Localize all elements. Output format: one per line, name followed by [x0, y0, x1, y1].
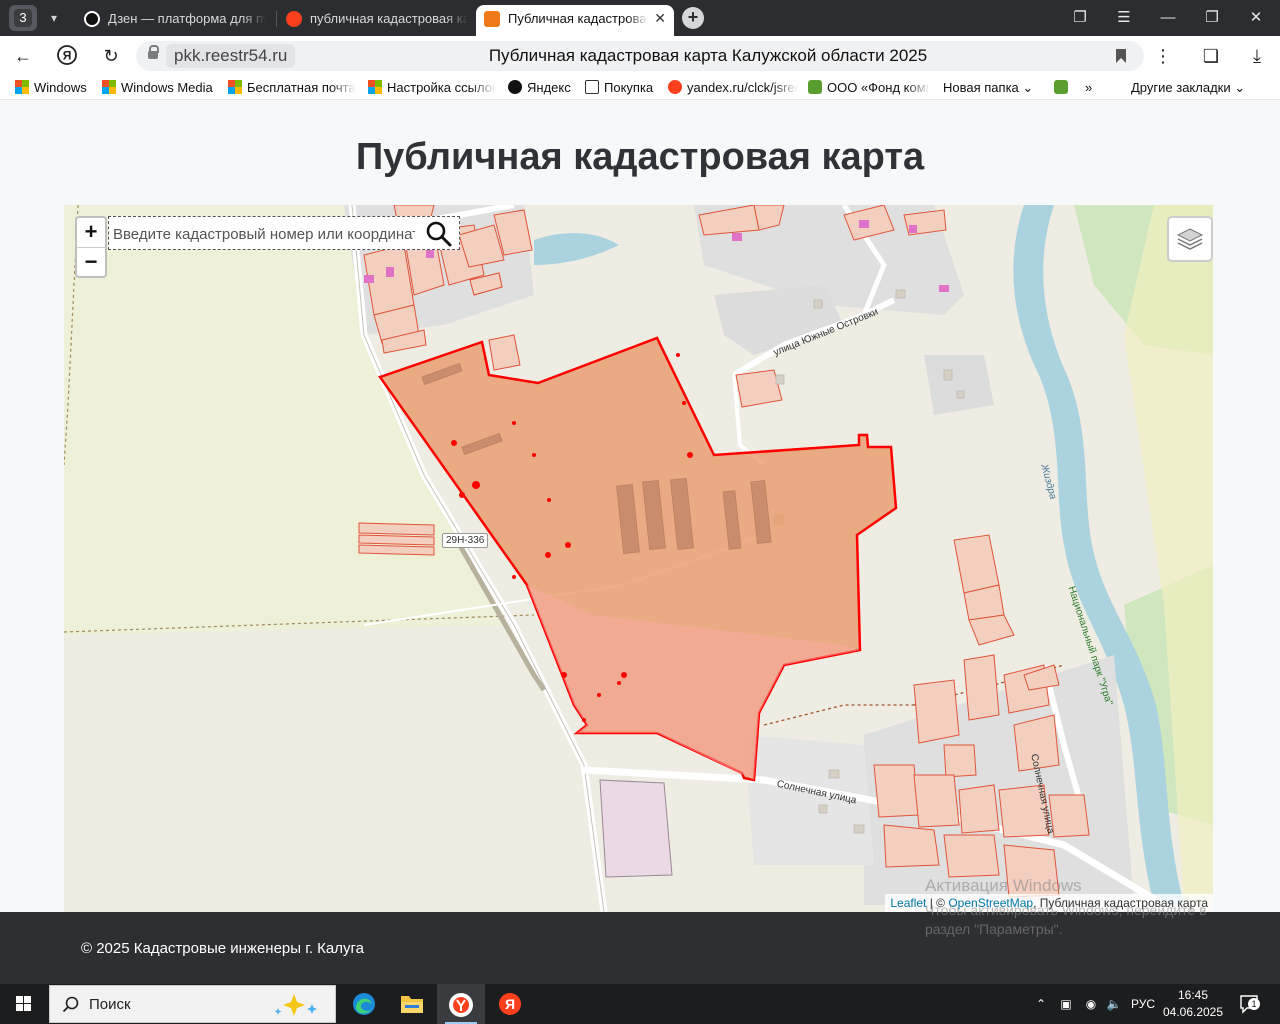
restore-button[interactable]: ❐	[1190, 0, 1234, 36]
close-icon[interactable]: ✕	[654, 5, 666, 32]
lock-icon	[148, 45, 159, 61]
zoom-out-button[interactable]: −	[77, 247, 105, 276]
bookmarks-bar: Windows Windows Media Бесплатная почта Н…	[0, 76, 1280, 100]
collections-icon[interactable]: ❏	[1198, 44, 1224, 68]
bookmark-fund[interactable]: ООО «Фонд комплексного	[808, 78, 930, 98]
activation-watermark-title: Активация Windows	[925, 876, 1082, 895]
bookmark-icon[interactable]	[1116, 49, 1126, 63]
folder-icon	[401, 996, 423, 1013]
address-bar: ← Я ↻ pkk.reestr54.ru Публичная кадастро…	[0, 36, 1280, 76]
tab-dzen[interactable]: Дзен — платформа для публикации	[76, 5, 272, 32]
language-indicator[interactable]: РУС	[1128, 984, 1158, 1024]
zoom-in-button[interactable]: +	[77, 218, 105, 247]
bookmark-yandex[interactable]: Яндекс	[508, 78, 576, 98]
home-icon	[484, 11, 500, 27]
yandex-browser-app[interactable]	[437, 984, 485, 1024]
footer-copyright: © 2025 Кадастровые инженеры г. Калуга	[81, 940, 364, 957]
bookmark-free-mail[interactable]: Бесплатная почта	[228, 78, 356, 98]
dzen-icon	[84, 11, 100, 27]
url-domain: pkk.reestr54.ru	[166, 44, 296, 68]
webcam-icon[interactable]: ◉	[1080, 984, 1102, 1024]
svg-text:Я: Я	[505, 996, 515, 1012]
chevron-down-icon: ⌄	[1022, 80, 1034, 95]
zoom-control: + −	[75, 216, 107, 278]
bookmark-folder-new[interactable]: Новая папка ⌄	[943, 78, 1043, 98]
activation-watermark-text: Чтобы активировать Windows, перейдите вр…	[925, 902, 1207, 937]
bookmark-yandex-redirect[interactable]: yandex.ru/clck/jsredir	[668, 78, 798, 98]
new-tab-button[interactable]: +	[682, 7, 704, 29]
download-icon[interactable]: ⤓	[1244, 44, 1270, 68]
yandex-app[interactable]: Я	[486, 984, 534, 1024]
windows-icon	[102, 80, 116, 94]
layers-icon	[1176, 228, 1204, 250]
fund-icon	[1054, 80, 1068, 94]
fund-icon	[808, 80, 822, 94]
bookmark-shopping[interactable]: Покупка	[585, 78, 659, 98]
yandex-icon: Я	[499, 993, 521, 1015]
chevron-down-icon: ⌄	[1234, 80, 1246, 95]
tab-yandex-search[interactable]: публичная кадастровая карта	[278, 5, 474, 32]
chevron-down-icon[interactable]: ▾	[40, 5, 68, 31]
yandex-icon	[668, 80, 682, 94]
bookmark-windows-media[interactable]: Windows Media	[102, 78, 220, 98]
svg-text:Я: Я	[63, 49, 72, 63]
residential-area	[924, 355, 994, 415]
road-shield: 29Н-336	[442, 533, 489, 548]
search-icon	[62, 996, 79, 1013]
page-title: Публичная кадастровая карта	[355, 136, 925, 178]
url-field[interactable]: pkk.reestr54.ru Публичная кадастровая ка…	[136, 41, 1144, 71]
browser-tab-bar: 3 ▾ Дзен — платформа для публикации публ…	[0, 0, 1280, 36]
taskbar-clock[interactable]: 16:45 04.06.2025	[1160, 987, 1226, 1021]
sparkle-icon	[274, 994, 317, 1016]
taskbar-search[interactable]: Поиск	[49, 985, 336, 1023]
bookmarks-overflow[interactable]: »	[1085, 78, 1099, 98]
bookmark-link-settings[interactable]: Настройка ссылок	[368, 78, 496, 98]
start-button[interactable]	[0, 984, 48, 1024]
volume-muted-icon[interactable]: 🔈	[1102, 984, 1126, 1024]
cadastral-map[interactable]: улица Южные Островки Солнечная улица Сол…	[64, 205, 1213, 912]
tab-counter[interactable]: 3	[9, 5, 37, 31]
cadastral-search-input[interactable]	[113, 221, 415, 247]
tab-cadastral-map[interactable]: Публичная кадастровая карта ✕	[476, 5, 674, 36]
layers-button[interactable]	[1167, 216, 1213, 262]
bookmarks-panel-icon[interactable]: ❐	[1058, 0, 1102, 36]
bookmark-green-site[interactable]	[1054, 78, 1072, 98]
yandex-logo-icon[interactable]: Я	[54, 44, 80, 68]
window-close-button[interactable]: ✕	[1234, 0, 1278, 36]
cadastral-search	[108, 216, 460, 250]
more-icon[interactable]: ⋮	[1150, 44, 1176, 68]
network-icon[interactable]: ▣	[1055, 984, 1077, 1024]
windows-taskbar: Поиск Я ⌃ ▣ ◉ 🔈 РУС 16:45 04.06.2025 1	[0, 984, 1280, 1024]
windows-icon	[15, 80, 29, 94]
windows-icon	[228, 80, 242, 94]
back-arrow-icon[interactable]: ←	[10, 44, 36, 68]
url-page-title: Публичная кадастровая карта Калужской об…	[488, 46, 928, 65]
yandex-icon	[508, 80, 522, 94]
school-area	[599, 779, 673, 878]
yandex-icon	[286, 11, 302, 27]
windows-icon	[368, 80, 382, 94]
file-explorer-app[interactable]	[388, 984, 436, 1024]
page-content: Публичная кадастровая карта улица Южные …	[0, 100, 1280, 912]
notifications-icon[interactable]: 1	[1234, 984, 1264, 1024]
reload-icon[interactable]: ↻	[98, 44, 124, 68]
pond	[534, 233, 619, 265]
yandex-browser-icon	[449, 993, 473, 1017]
minimize-button[interactable]: —	[1146, 0, 1190, 36]
bookmark-windows[interactable]: Windows	[15, 78, 95, 98]
bookmark-other[interactable]: Другие закладки ⌄	[1131, 78, 1256, 98]
edge-app[interactable]	[340, 984, 388, 1024]
search-icon[interactable]	[425, 220, 453, 248]
tab-separator	[276, 11, 277, 27]
chevron-up-icon[interactable]: ⌃	[1030, 984, 1052, 1024]
trail	[763, 704, 914, 726]
menu-icon[interactable]: ☰	[1102, 0, 1146, 36]
edge-icon	[353, 993, 375, 1015]
leaflet-link[interactable]: Leaflet	[890, 896, 926, 910]
shopping-icon	[585, 80, 599, 94]
